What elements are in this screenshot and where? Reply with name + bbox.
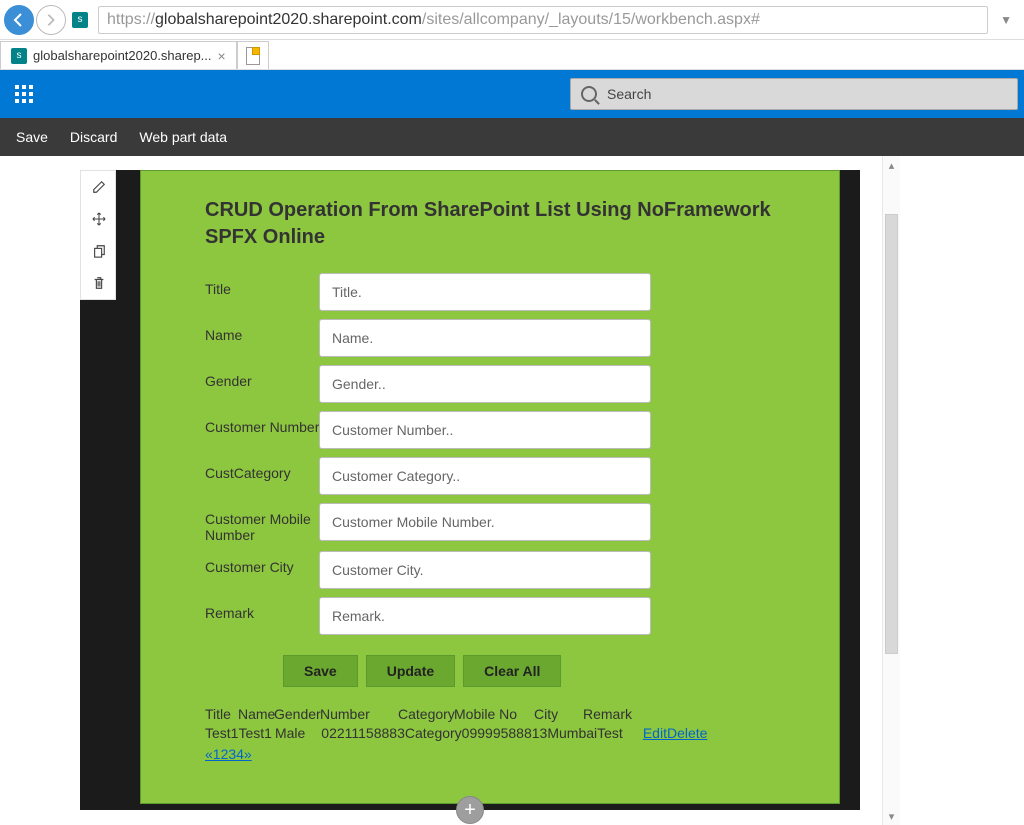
browser-tab-active[interactable]: s globalsharepoint2020.sharep... ×	[0, 41, 237, 69]
sharepoint-suite-header: Search	[0, 70, 1024, 118]
workbench-save[interactable]: Save	[16, 129, 48, 145]
edit-icon[interactable]	[81, 171, 117, 203]
td-mobile: 9999588813	[469, 724, 547, 743]
scroll-thumb[interactable]	[885, 214, 898, 654]
browser-back-button[interactable]	[4, 5, 34, 35]
sharepoint-search-box[interactable]: Search	[570, 78, 1018, 110]
th-number: Number	[320, 705, 398, 724]
spfx-webpart-panel: CRUD Operation From SharePoint List Usin…	[140, 170, 840, 804]
canvas-dark-frame: CRUD Operation From SharePoint List Usin…	[80, 170, 860, 810]
td-city: Mumbai	[547, 724, 597, 743]
tab-title: globalsharepoint2020.sharep...	[33, 48, 212, 63]
scroll-up-icon[interactable]: ▴	[883, 156, 900, 174]
th-title: Title	[205, 705, 238, 724]
copy-icon[interactable]	[81, 235, 117, 267]
url-host: globalsharepoint2020.sharepoint.com	[155, 11, 422, 29]
webpart-title: CRUD Operation From SharePoint List Usin…	[205, 197, 799, 251]
label-custcat: CustCategory	[205, 457, 319, 481]
td-number: 02211158883	[321, 724, 405, 743]
workbench-webpartdata[interactable]: Web part data	[139, 129, 227, 145]
label-gender: Gender	[205, 365, 319, 389]
input-custcat[interactable]	[319, 457, 651, 495]
input-remark[interactable]	[319, 597, 651, 635]
app-launcher-icon[interactable]	[6, 76, 42, 112]
search-icon	[581, 86, 597, 102]
delete-link[interactable]: Delete	[667, 725, 707, 741]
label-mobile: Customer Mobile Number	[205, 503, 319, 543]
input-title[interactable]	[319, 273, 651, 311]
workbench-discard[interactable]: Discard	[70, 129, 117, 145]
data-table: Title Name Gender Number Category Mobile…	[205, 705, 799, 764]
url-path: /sites/allcompany/_layouts/15/workbench.…	[422, 11, 760, 29]
td-title: Test1	[205, 724, 238, 743]
td-category: Category0	[405, 724, 470, 743]
input-name[interactable]	[319, 319, 651, 357]
input-mobile[interactable]	[319, 503, 651, 541]
th-gender: Gender	[274, 705, 320, 724]
input-custno[interactable]	[319, 411, 651, 449]
label-title: Title	[205, 273, 319, 297]
browser-forward-button[interactable]	[36, 5, 66, 35]
update-button[interactable]: Update	[366, 655, 455, 687]
td-name: Test1	[238, 724, 271, 743]
new-tab-icon	[246, 47, 260, 65]
move-icon[interactable]	[81, 203, 117, 235]
scrollbar[interactable]: ▴ ▾	[882, 156, 900, 825]
td-remark: Test	[597, 724, 623, 743]
td-gender: Male	[275, 724, 305, 743]
url-dropdown-icon[interactable]: ▼	[992, 13, 1020, 27]
table-row: Test1 Test1 Male 02211158883 Category0 9…	[205, 724, 799, 743]
table-header: Title Name Gender Number Category Mobile…	[205, 705, 799, 724]
th-mobile: Mobile No	[454, 705, 534, 724]
input-gender[interactable]	[319, 365, 651, 403]
save-button[interactable]: Save	[283, 655, 358, 687]
label-custno: Customer Number	[205, 411, 319, 435]
tab-favicon-icon: s	[11, 48, 27, 64]
search-placeholder: Search	[607, 86, 651, 102]
input-city[interactable]	[319, 551, 651, 589]
clear-button[interactable]: Clear All	[463, 655, 561, 687]
site-favicon-icon: s	[72, 12, 88, 28]
label-name: Name	[205, 319, 319, 343]
pager[interactable]: «1234»	[205, 745, 799, 764]
label-remark: Remark	[205, 597, 319, 621]
tab-close-icon[interactable]: ×	[218, 48, 226, 64]
th-remark: Remark	[583, 705, 629, 724]
scroll-down-icon[interactable]: ▾	[883, 807, 900, 825]
browser-new-tab-button[interactable]	[237, 41, 269, 69]
workbench-toolbar: Save Discard Web part data	[0, 118, 1024, 156]
browser-url-bar[interactable]: https://globalsharepoint2020.sharepoint.…	[98, 6, 988, 34]
edit-link[interactable]: Edit	[643, 725, 667, 741]
label-city: Customer City	[205, 551, 319, 575]
th-category: Category	[398, 705, 454, 724]
browser-nav-bar: s https://globalsharepoint2020.sharepoin…	[0, 0, 1024, 40]
delete-icon[interactable]	[81, 267, 117, 299]
th-name: Name	[238, 705, 274, 724]
add-section-button[interactable]: +	[456, 796, 484, 824]
th-city: City	[534, 705, 583, 724]
browser-tab-strip: s globalsharepoint2020.sharep... ×	[0, 40, 1024, 70]
webpart-float-toolbar	[80, 170, 116, 300]
